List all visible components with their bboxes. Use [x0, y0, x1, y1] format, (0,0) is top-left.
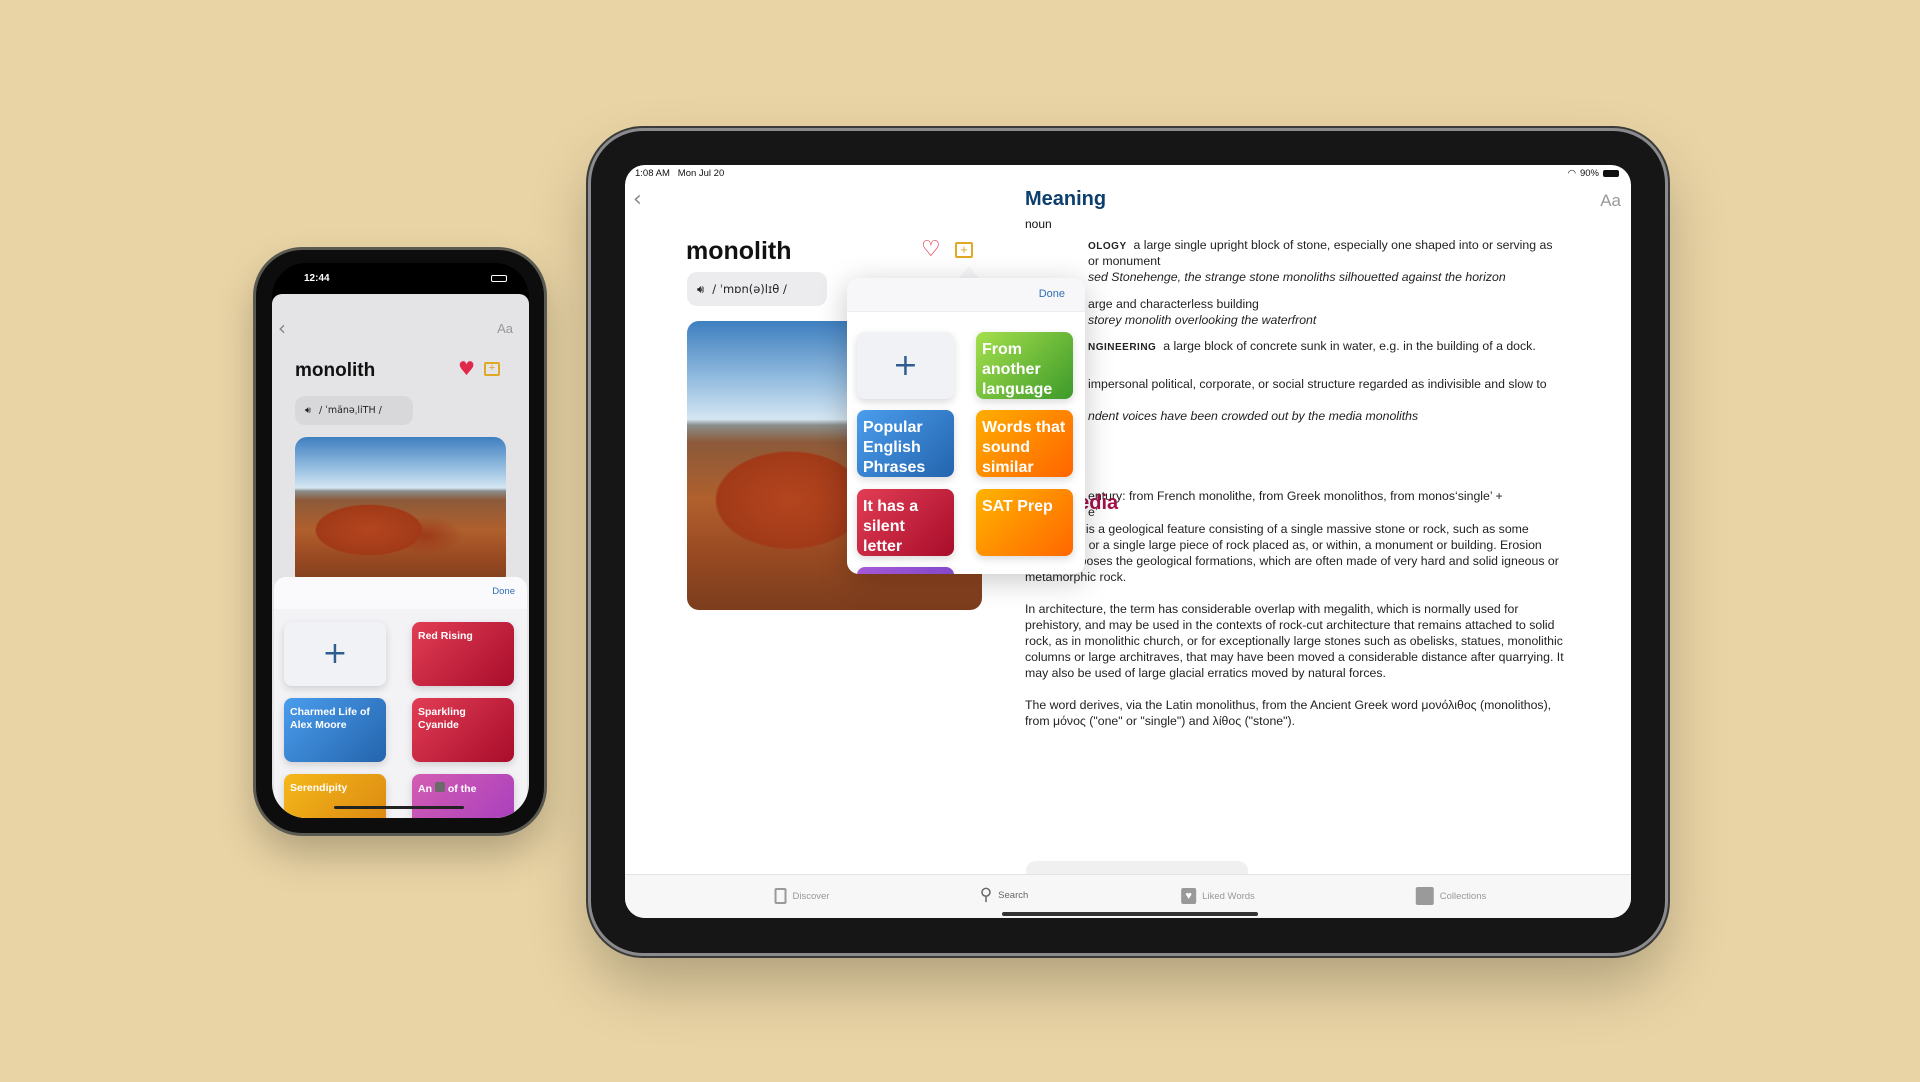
home-indicator	[334, 806, 464, 809]
pronunciation-text: / ˈmɒn(ə)lɪθ /	[712, 282, 787, 296]
ipad-screen: 1:08 AM Mon Jul 20 ◠ 90% ‹ Aa monolith ♡…	[625, 165, 1631, 918]
emoji-icon	[434, 782, 445, 792]
word-title: monolith	[686, 237, 792, 265]
stack-icon	[1415, 887, 1434, 905]
collection-tile[interactable]: SAT Prep	[976, 489, 1073, 556]
word-image	[295, 437, 506, 587]
wikipedia-text: A monolith is a geological feature consi…	[1025, 521, 1573, 745]
collection-tile[interactable]: It has a silent letter	[857, 489, 954, 556]
done-button[interactable]: Done	[1039, 288, 1065, 300]
popover-header: Done	[847, 278, 1085, 312]
collections-sheet: Done + Red Rising Charmed Life of Alex M…	[274, 577, 527, 818]
done-button[interactable]: Done	[492, 586, 515, 597]
status-time: 1:08 AM	[635, 168, 670, 179]
status-time: 12:44	[304, 273, 330, 284]
status-right: ◠ 90%	[1568, 168, 1619, 179]
collection-tile[interactable]: Red Rising	[412, 622, 514, 686]
wiki-paragraph: A monolith is a geological feature consi…	[1025, 522, 1559, 584]
add-to-collection-icon[interactable]: +	[484, 362, 500, 376]
definition-line: impersonal political, corporate, or soci…	[1088, 377, 1547, 391]
plus-icon: +	[892, 347, 919, 383]
definition-line: arge and characterless building	[1088, 297, 1259, 311]
back-chevron-icon[interactable]: ‹	[633, 187, 642, 212]
word-title: monolith	[295, 360, 376, 381]
speaker-icon: 🔊︎	[305, 405, 311, 416]
battery-percent: 90%	[1579, 168, 1599, 179]
plus-icon: +	[322, 636, 348, 672]
definition-example: storey monolith overlooking the waterfro…	[1088, 313, 1317, 327]
tab-discover[interactable]: Discover	[774, 888, 829, 904]
status-date: Mon Jul 20	[677, 168, 725, 179]
add-to-collection-icon[interactable]: +	[955, 242, 973, 258]
back-chevron-icon[interactable]: ‹	[278, 316, 286, 340]
battery-icon	[1603, 170, 1619, 177]
status-bar: 1:08 AM Mon Jul 20	[635, 168, 724, 179]
collections-popover: Done + From another language Popular Eng…	[847, 278, 1085, 574]
pronunciation-text: / ˈmänəˌliTH /	[319, 405, 382, 416]
collection-tile[interactable]: Words that sound similar	[976, 410, 1073, 477]
heart-outline-icon[interactable]: ♡	[921, 237, 941, 262]
popover-arrow	[959, 266, 979, 278]
definition-line: or monument	[1088, 254, 1161, 268]
pronunciation-button[interactable]: 🔊︎ / ˈmänəˌliTH /	[295, 396, 413, 425]
wiki-paragraph: In architecture, the term has considerab…	[1025, 602, 1564, 680]
collection-tile[interactable]	[857, 567, 954, 574]
definition-example: ndent voices have been crowded out by th…	[1088, 409, 1419, 423]
heart-icon: ♥	[1181, 888, 1197, 904]
home-indicator	[1002, 912, 1258, 916]
pronunciation-button[interactable]: 🔊︎ / ˈmɒn(ə)lɪθ /	[687, 272, 827, 306]
heart-filled-icon[interactable]: ♥	[458, 358, 475, 380]
search-icon: ⚲	[979, 885, 993, 905]
tab-collections[interactable]: Collections	[1415, 887, 1486, 905]
tab-liked-words[interactable]: ♥ Liked Words	[1181, 888, 1255, 904]
definition-line: OLOGY a large single upright block of st…	[1088, 238, 1553, 252]
collection-tile[interactable]: An of the	[412, 774, 514, 818]
wifi-icon: ◠	[1567, 168, 1576, 179]
text-size-button[interactable]: Aa	[1600, 191, 1621, 211]
definition-line: NGINEERING a large block of concrete sun…	[1088, 339, 1536, 353]
battery-icon	[491, 275, 507, 282]
definition-example: sed Stonehenge, the strange stone monoli…	[1088, 270, 1506, 284]
part-of-speech: noun	[1025, 217, 1052, 231]
origin-line: entury: from French monolithe, from Gree…	[1088, 489, 1503, 503]
collection-tile[interactable]: From another language	[976, 332, 1073, 399]
new-collection-button[interactable]: +	[284, 622, 386, 686]
collection-tile[interactable]: Charmed Life of Alex Moore	[284, 698, 386, 762]
speaker-icon: 🔊︎	[697, 281, 705, 296]
meaning-heading: Meaning	[1025, 188, 1107, 210]
book-icon	[774, 888, 787, 904]
collection-tile[interactable]: Serendipity	[284, 774, 386, 818]
collection-tile[interactable]: Sparkling Cyanide	[412, 698, 514, 762]
new-collection-button[interactable]: +	[857, 332, 954, 399]
tab-search[interactable]: ⚲ Search	[980, 885, 1029, 905]
text-size-button[interactable]: Aa	[497, 321, 513, 336]
phone-screen: 12:44 ‹ Aa monolith ♥ + 🔊︎ / ˈmänəˌliTH …	[272, 263, 529, 818]
sheet-header: Done	[274, 577, 527, 609]
collection-tile[interactable]: Popular English Phrases	[857, 410, 954, 477]
wiki-paragraph: The word derives, via the Latin monolith…	[1025, 698, 1552, 728]
